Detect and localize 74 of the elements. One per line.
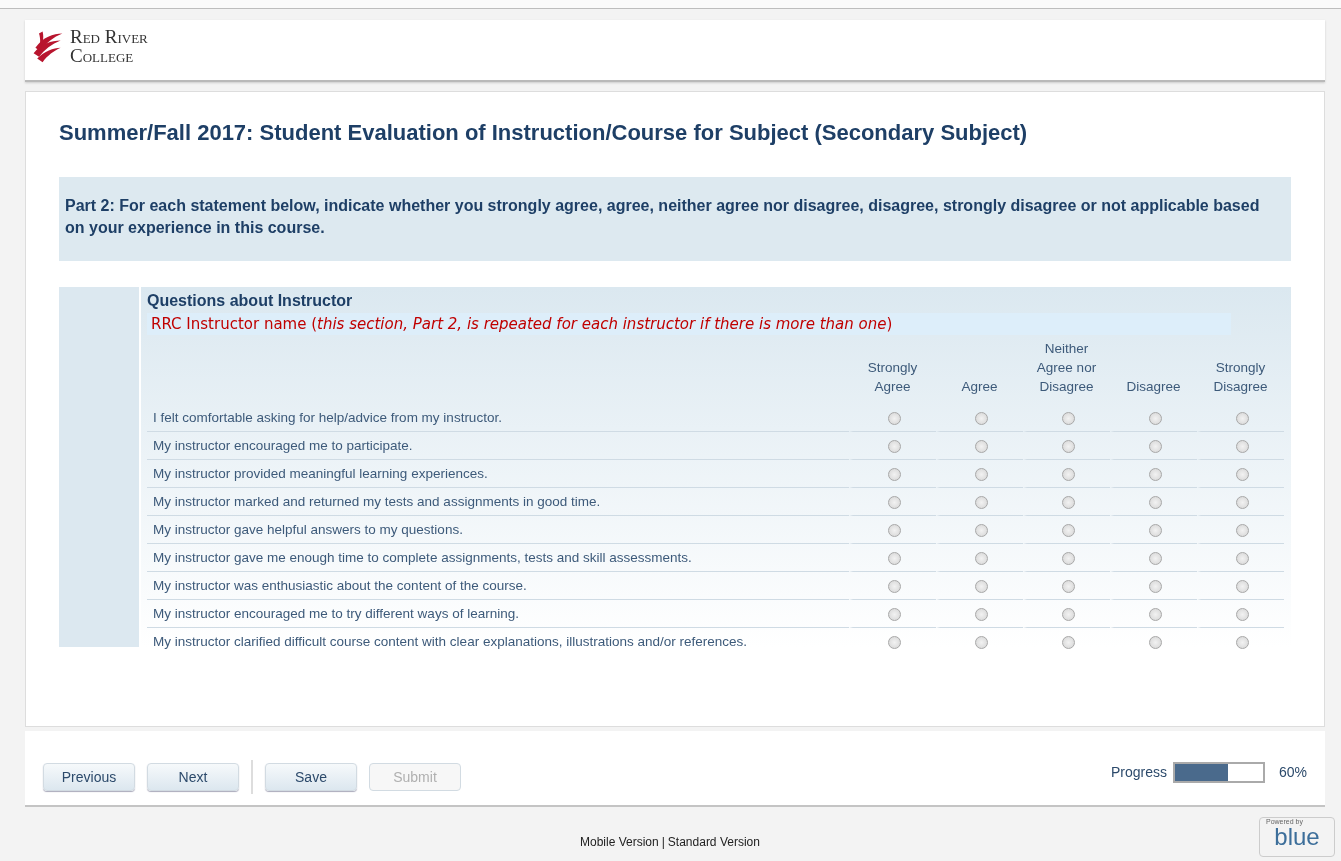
radio-button[interactable]	[1149, 523, 1162, 537]
logo-text: College	[70, 46, 135, 65]
radio-button[interactable]	[1062, 439, 1075, 453]
radio-button[interactable]	[975, 579, 988, 593]
radio-button[interactable]	[1149, 551, 1162, 565]
radio-button[interactable]	[1062, 579, 1075, 593]
mobile-version-link[interactable]: Mobile Version	[580, 835, 659, 849]
column-header: Strongly Disagree	[1212, 359, 1269, 396]
radio-button[interactable]	[888, 467, 901, 481]
question-text: My instructor marked and returned my tests and assignments in good time.	[153, 494, 601, 509]
question-text: My instructor provided meaningful learning experiences.	[153, 466, 488, 481]
radio-button[interactable]	[888, 607, 901, 621]
radio-button[interactable]	[975, 635, 988, 649]
logo-text: Red River	[70, 27, 148, 46]
radio-button[interactable]	[975, 439, 988, 453]
radio-button[interactable]	[975, 411, 988, 425]
action-button[interactable]: Save	[265, 763, 357, 791]
question-text: My instructor encouraged me to try different ways of learning.	[153, 606, 519, 621]
question-text: My instructor clarified difficult course content with clear explanations, illustrations and/or references.	[153, 634, 748, 649]
radio-button[interactable]	[975, 467, 988, 481]
radio-button[interactable]	[1062, 495, 1075, 509]
radio-button[interactable]	[888, 495, 901, 509]
radio-button[interactable]	[1062, 607, 1075, 621]
radio-button[interactable]	[1149, 579, 1162, 593]
radio-button[interactable]	[1062, 635, 1075, 649]
radio-button[interactable]	[1062, 551, 1075, 565]
radio-button[interactable]	[975, 607, 988, 621]
radio-button[interactable]	[888, 635, 901, 649]
radio-button[interactable]	[1236, 495, 1249, 509]
progress-value: 60%	[1278, 764, 1307, 780]
radio-button[interactable]	[1149, 411, 1162, 425]
column-header: Agree	[960, 378, 999, 396]
radio-button[interactable]	[1236, 579, 1249, 593]
radio-button[interactable]	[1149, 607, 1162, 621]
radio-button[interactable]	[888, 411, 901, 425]
radio-button[interactable]	[1236, 411, 1249, 425]
question-text: My instructor gave me enough time to complete assignments, tests and skill assessments.	[153, 550, 692, 565]
link-separator: |	[661, 835, 665, 849]
radio-button[interactable]	[1149, 439, 1162, 453]
radio-button[interactable]	[975, 523, 988, 537]
radio-button[interactable]	[888, 579, 901, 593]
column-header: Strongly Agree	[866, 359, 919, 396]
radio-button[interactable]	[1236, 607, 1249, 621]
radio-button[interactable]	[1236, 439, 1249, 453]
radio-button[interactable]	[1236, 523, 1249, 537]
brand-logo-text: blue	[1274, 825, 1320, 849]
survey-title: Summer/Fall 2017: Student Evaluation of Instruction/Course for Subject (Secondary Subject)	[59, 120, 1029, 146]
radio-button[interactable]	[1149, 467, 1162, 481]
column-header: Disagree	[1125, 378, 1182, 396]
question-text: I felt comfortable asking for help/advice from my instructor.	[153, 410, 502, 425]
section-heading: Questions about Instructor	[147, 292, 354, 310]
question-text: My instructor was enthusiastic about the content of the course.	[153, 578, 527, 593]
radio-button[interactable]	[1236, 635, 1249, 649]
radio-button[interactable]	[1236, 467, 1249, 481]
standard-version-link[interactable]: Standard Version	[667, 835, 760, 849]
column-header: Neither Agree nor Disagree	[1035, 340, 1098, 396]
question-text: My instructor gave helpful answers to my questions.	[153, 522, 463, 537]
instructor-note: RRC Instructor name (this section, Part 2, is repeated for each instructor if there is more than one)	[147, 313, 1231, 335]
question-text: My instructor encouraged me to participate.	[153, 438, 413, 453]
radio-button[interactable]	[888, 523, 901, 537]
progress-label: Progress	[1110, 764, 1167, 780]
radio-button[interactable]	[1062, 523, 1075, 537]
radio-button[interactable]	[1236, 551, 1249, 565]
radio-button[interactable]	[975, 495, 988, 509]
nav-button[interactable]: Previous	[43, 763, 135, 791]
radio-button[interactable]	[1062, 467, 1075, 481]
instructions-text: Part 2: For each statement below, indicate whether you strongly agree, agree, neither agree nor disagree, disagree, strongly disagree or not applicable based on your experience in this course.	[59, 177, 1291, 261]
radio-button[interactable]	[888, 439, 901, 453]
nav-button[interactable]: Next	[147, 763, 239, 791]
radio-button[interactable]	[1149, 495, 1162, 509]
radio-button[interactable]	[888, 551, 901, 565]
radio-button[interactable]	[1062, 411, 1075, 425]
radio-button[interactable]	[975, 551, 988, 565]
radio-button[interactable]	[1149, 635, 1162, 649]
